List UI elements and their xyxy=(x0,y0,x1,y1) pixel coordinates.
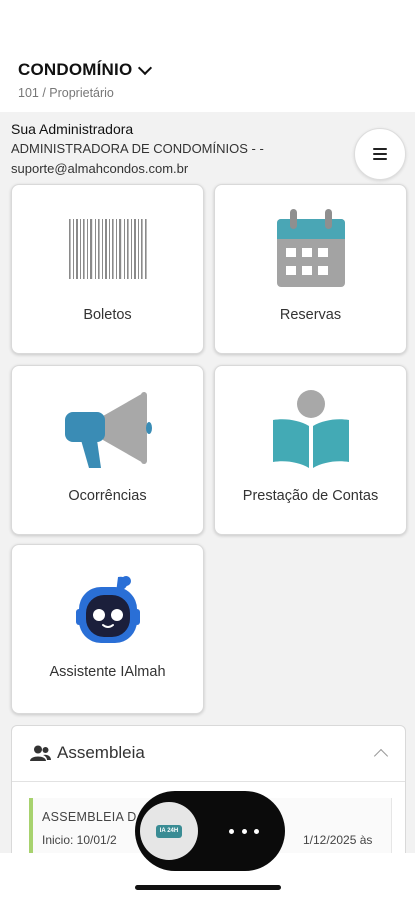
tile-reservas[interactable]: Reservas xyxy=(214,184,407,354)
home-indicator[interactable] xyxy=(135,885,281,890)
tile-assistente-label: Assistente IAlmah xyxy=(49,664,166,680)
top-header: CONDOMÍNIO 101 / Proprietário xyxy=(0,0,415,112)
menu-button[interactable] xyxy=(354,128,406,180)
administradora-info: Sua Administradora ADMINISTRADORA DE CON… xyxy=(11,120,341,178)
reading-book-icon xyxy=(272,390,349,468)
tile-prestacao-label: Prestação de Contas xyxy=(242,488,379,504)
condo-selector[interactable]: CONDOMÍNIO xyxy=(18,60,153,80)
chevron-down-icon xyxy=(138,60,153,76)
floating-assistant-bar: IA 24H xyxy=(135,791,285,871)
admin-email[interactable]: suporte@almahcondos.com.br xyxy=(11,159,341,178)
chevron-up-icon[interactable] xyxy=(373,748,389,764)
assembleia-title: Assembleia xyxy=(57,743,145,762)
tile-assistente-ialmah[interactable]: Assistente IAlmah xyxy=(11,544,204,714)
assembleia-item-title: ASSEMBLEIA D xyxy=(42,810,137,824)
megaphone-icon xyxy=(64,392,152,468)
more-options-icon[interactable] xyxy=(229,819,259,843)
tile-reservas-label: Reservas xyxy=(279,307,342,323)
assembleia-item-end-date: 1/12/2025 às xyxy=(303,833,373,847)
tile-prestacao-de-contas[interactable]: Prestação de Contas xyxy=(214,365,407,535)
barcode-icon xyxy=(68,219,147,279)
app-screen: CONDOMÍNIO 101 / Proprietário Sua Admini… xyxy=(0,0,415,900)
tile-boletos-label: Boletos xyxy=(83,307,132,323)
app-thumbnail-icon: IA 24H xyxy=(156,824,182,838)
users-icon xyxy=(30,745,51,761)
tile-boletos[interactable]: Boletos xyxy=(11,184,204,354)
floating-app-button[interactable]: IA 24H xyxy=(140,802,198,860)
calendar-icon xyxy=(276,209,345,287)
admin-heading: Sua Administradora xyxy=(11,121,134,137)
main-content: Sua Administradora ADMINISTRADORA DE CON… xyxy=(0,112,415,900)
tile-ocorrencias-label: Ocorrências xyxy=(68,488,147,504)
condo-unit-role: 101 / Proprietário xyxy=(18,86,114,100)
assembleia-item-start-date: Inicio: 10/01/2 xyxy=(42,833,117,847)
condo-title: CONDOMÍNIO xyxy=(18,60,133,79)
hamburger-icon xyxy=(373,148,387,160)
assembleia-header[interactable]: Assembleia xyxy=(12,726,405,782)
tile-ocorrencias[interactable]: Ocorrências xyxy=(11,365,204,535)
admin-name: ADMINISTRADORA DE CONDOMÍNIOS - - xyxy=(11,141,264,156)
robot-icon xyxy=(75,576,140,643)
